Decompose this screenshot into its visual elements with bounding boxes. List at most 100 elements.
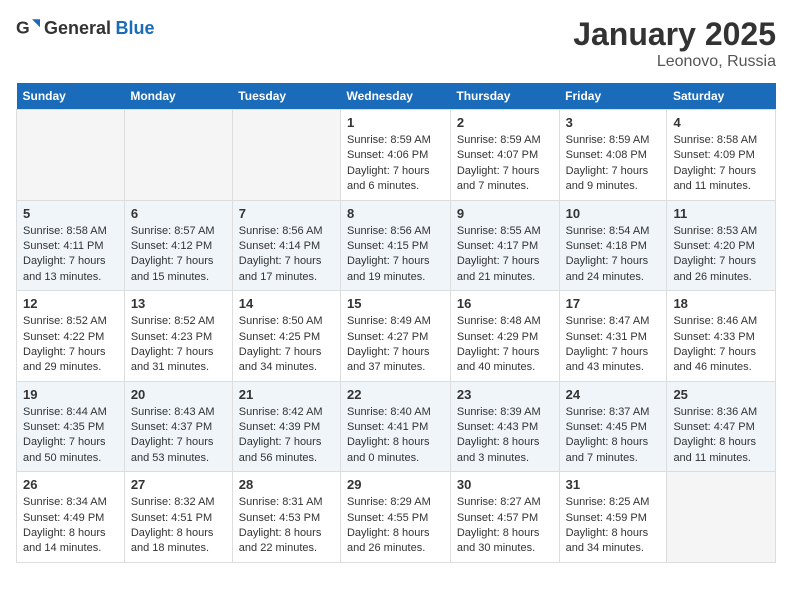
date-cell-26: 26 Sunrise: 8:34 AM Sunset: 4:49 PM Dayli… [17, 472, 125, 563]
date-number: 28 [239, 477, 334, 492]
day-header-friday: Friday [559, 83, 667, 110]
date-cell-empty-01 [124, 110, 232, 201]
date-cell-29: 29 Sunrise: 8:29 AM Sunset: 4:55 PM Dayli… [340, 472, 450, 563]
date-number: 27 [131, 477, 226, 492]
date-cell-23: 23 Sunrise: 8:39 AM Sunset: 4:43 PM Dayli… [450, 381, 559, 472]
date-number: 20 [131, 387, 226, 402]
logo: G General Blue [16, 16, 155, 40]
logo-blue: Blue [116, 18, 155, 38]
date-number: 2 [457, 115, 553, 130]
date-info: Sunrise: 8:58 AM Sunset: 4:09 PM Dayligh… [673, 133, 769, 195]
date-cell-11: 11Sunrise: 8:53 AM Sunset: 4:20 PM Dayli… [667, 200, 776, 291]
date-info: Sunrise: 8:48 AM Sunset: 4:29 PM Dayligh… [457, 314, 553, 376]
date-info: Sunrise: 8:52 AM Sunset: 4:23 PM Dayligh… [131, 314, 226, 376]
date-info: Sunrise: 8:43 AM Sunset: 4:37 PM Dayligh… [131, 405, 226, 467]
date-cell-31: 31 Sunrise: 8:25 AM Sunset: 4:59 PM Dayli… [559, 472, 667, 563]
day-header-thursday: Thursday [450, 83, 559, 110]
week-row-4: 19 Sunrise: 8:44 AM Sunset: 4:35 PM Dayli… [17, 381, 776, 472]
date-cell-7: 7 Sunrise: 8:56 AM Sunset: 4:14 PM Daylig… [232, 200, 340, 291]
date-number: 3 [566, 115, 661, 130]
date-cell-27: 27 Sunrise: 8:32 AM Sunset: 4:51 PM Dayli… [124, 472, 232, 563]
week-row-5: 26 Sunrise: 8:34 AM Sunset: 4:49 PM Dayli… [17, 472, 776, 563]
date-info: Sunrise: 8:59 AM Sunset: 4:06 PM Dayligh… [347, 133, 444, 195]
date-info: Sunrise: 8:49 AM Sunset: 4:27 PM Dayligh… [347, 314, 444, 376]
date-info: Sunrise: 8:55 AM Sunset: 4:17 PM Dayligh… [457, 224, 553, 286]
date-number: 13 [131, 296, 226, 311]
date-info: Sunrise: 8:31 AM Sunset: 4:53 PM Dayligh… [239, 495, 334, 557]
date-number: 7 [239, 206, 334, 221]
date-info: Sunrise: 8:34 AM Sunset: 4:49 PM Dayligh… [23, 495, 118, 557]
date-cell-24: 24 Sunrise: 8:37 AM Sunset: 4:45 PM Dayli… [559, 381, 667, 472]
date-info: Sunrise: 8:42 AM Sunset: 4:39 PM Dayligh… [239, 405, 334, 467]
date-cell-12: 12 Sunrise: 8:52 AM Sunset: 4:22 PM Dayli… [17, 291, 125, 382]
date-info: Sunrise: 8:44 AM Sunset: 4:35 PM Dayligh… [23, 405, 118, 467]
date-number: 5 [23, 206, 118, 221]
date-info: Sunrise: 8:59 AM Sunset: 4:07 PM Dayligh… [457, 133, 553, 195]
date-number: 4 [673, 115, 769, 130]
date-number: 8 [347, 206, 444, 221]
date-cell-15: 15 Sunrise: 8:49 AM Sunset: 4:27 PM Dayli… [340, 291, 450, 382]
date-number: 11 [673, 206, 769, 221]
date-cell-14: 14 Sunrise: 8:50 AM Sunset: 4:25 PM Dayli… [232, 291, 340, 382]
date-number: 6 [131, 206, 226, 221]
date-number: 10 [566, 206, 661, 221]
date-number: 30 [457, 477, 553, 492]
date-cell-8: 8 Sunrise: 8:56 AM Sunset: 4:15 PM Daylig… [340, 200, 450, 291]
day-header-monday: Monday [124, 83, 232, 110]
header: G General Blue January 2025 Leonovo, Rus… [16, 16, 776, 71]
date-number: 31 [566, 477, 661, 492]
date-cell-9: 9Sunrise: 8:55 AM Sunset: 4:17 PM Daylig… [450, 200, 559, 291]
date-info: Sunrise: 8:39 AM Sunset: 4:43 PM Dayligh… [457, 405, 553, 467]
date-cell-18: 18Sunrise: 8:46 AM Sunset: 4:33 PM Dayli… [667, 291, 776, 382]
date-cell-2: 2 Sunrise: 8:59 AM Sunset: 4:07 PM Daylig… [450, 110, 559, 201]
date-cell-10: 10 Sunrise: 8:54 AM Sunset: 4:18 PM Dayli… [559, 200, 667, 291]
date-info: Sunrise: 8:58 AM Sunset: 4:11 PM Dayligh… [23, 224, 118, 286]
date-info: Sunrise: 8:54 AM Sunset: 4:18 PM Dayligh… [566, 224, 661, 286]
date-number: 14 [239, 296, 334, 311]
day-header-saturday: Saturday [667, 83, 776, 110]
date-info: Sunrise: 8:57 AM Sunset: 4:12 PM Dayligh… [131, 224, 226, 286]
date-number: 19 [23, 387, 118, 402]
date-number: 25 [673, 387, 769, 402]
date-number: 22 [347, 387, 444, 402]
date-number: 1 [347, 115, 444, 130]
date-number: 29 [347, 477, 444, 492]
date-info: Sunrise: 8:56 AM Sunset: 4:14 PM Dayligh… [239, 224, 334, 286]
date-number: 23 [457, 387, 553, 402]
date-cell-19: 19 Sunrise: 8:44 AM Sunset: 4:35 PM Dayli… [17, 381, 125, 472]
date-number: 12 [23, 296, 118, 311]
date-info: Sunrise: 8:52 AM Sunset: 4:22 PM Dayligh… [23, 314, 118, 376]
date-info: Sunrise: 8:40 AM Sunset: 4:41 PM Dayligh… [347, 405, 444, 467]
date-number: 15 [347, 296, 444, 311]
date-info: Sunrise: 8:56 AM Sunset: 4:15 PM Dayligh… [347, 224, 444, 286]
date-info: Sunrise: 8:32 AM Sunset: 4:51 PM Dayligh… [131, 495, 226, 557]
date-cell-28: 28 Sunrise: 8:31 AM Sunset: 4:53 PM Dayli… [232, 472, 340, 563]
date-info: Sunrise: 8:47 AM Sunset: 4:31 PM Dayligh… [566, 314, 661, 376]
date-info: Sunrise: 8:37 AM Sunset: 4:45 PM Dayligh… [566, 405, 661, 467]
calendar-subtitle: Leonovo, Russia [573, 53, 776, 71]
date-cell-empty-00 [17, 110, 125, 201]
date-info: Sunrise: 8:29 AM Sunset: 4:55 PM Dayligh… [347, 495, 444, 557]
date-number: 26 [23, 477, 118, 492]
day-header-tuesday: Tuesday [232, 83, 340, 110]
date-info: Sunrise: 8:25 AM Sunset: 4:59 PM Dayligh… [566, 495, 661, 557]
date-info: Sunrise: 8:50 AM Sunset: 4:25 PM Dayligh… [239, 314, 334, 376]
logo-icon: G [16, 16, 40, 40]
calendar-table: SundayMondayTuesdayWednesdayThursdayFrid… [16, 83, 776, 563]
week-row-1: 1 Sunrise: 8:59 AM Sunset: 4:06 PM Daylig… [17, 110, 776, 201]
date-cell-13: 13 Sunrise: 8:52 AM Sunset: 4:23 PM Dayli… [124, 291, 232, 382]
title-block: January 2025 Leonovo, Russia [573, 16, 776, 71]
logo-general: General [44, 18, 111, 38]
date-number: 17 [566, 296, 661, 311]
date-cell-25: 25Sunrise: 8:36 AM Sunset: 4:47 PM Dayli… [667, 381, 776, 472]
date-number: 18 [673, 296, 769, 311]
date-cell-1: 1 Sunrise: 8:59 AM Sunset: 4:06 PM Daylig… [340, 110, 450, 201]
date-cell-16: 16Sunrise: 8:48 AM Sunset: 4:29 PM Dayli… [450, 291, 559, 382]
date-cell-22: 22 Sunrise: 8:40 AM Sunset: 4:41 PM Dayli… [340, 381, 450, 472]
date-cell-empty-46 [667, 472, 776, 563]
day-header-sunday: Sunday [17, 83, 125, 110]
date-number: 24 [566, 387, 661, 402]
date-info: Sunrise: 8:27 AM Sunset: 4:57 PM Dayligh… [457, 495, 553, 557]
svg-text:G: G [16, 18, 30, 38]
date-number: 21 [239, 387, 334, 402]
